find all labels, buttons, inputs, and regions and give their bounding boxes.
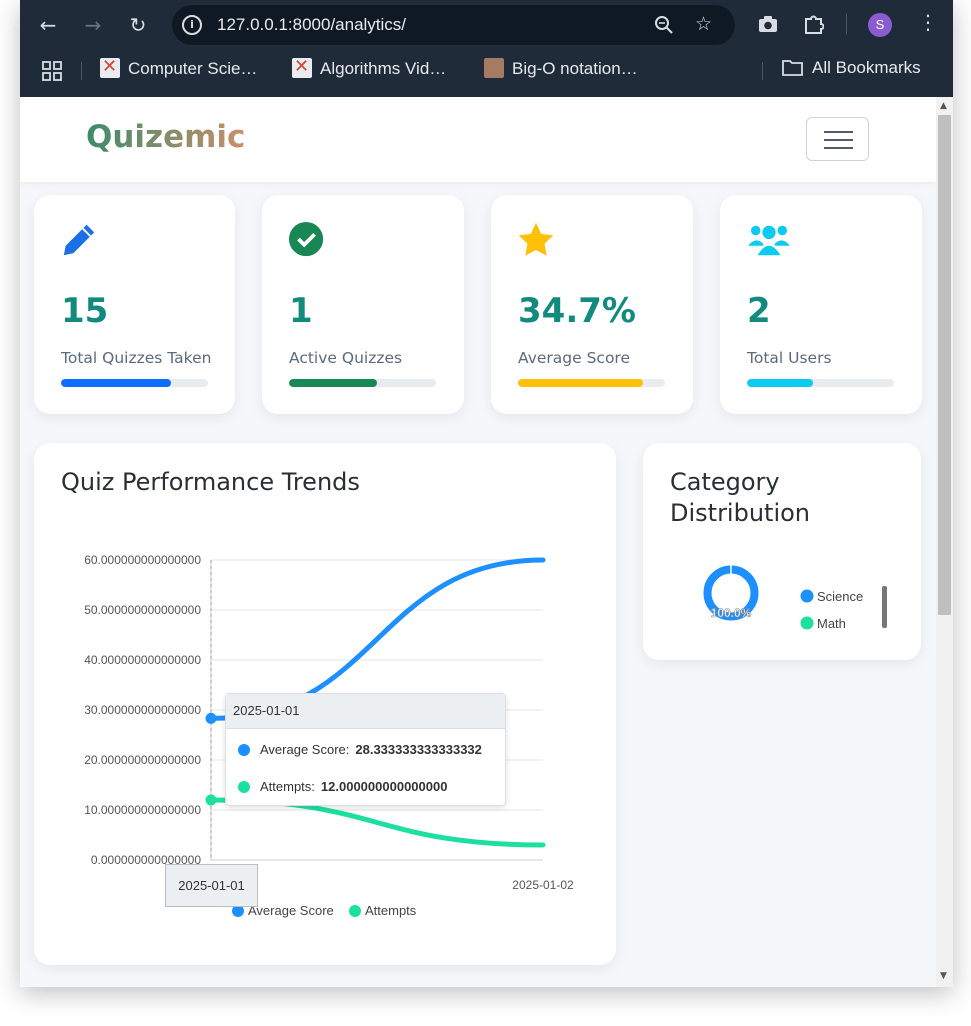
all-bookmarks-button[interactable]: All Bookmarks <box>782 58 921 78</box>
stat-label: Total Quizzes Taken <box>61 349 212 367</box>
stat-value: 15 <box>61 291 109 331</box>
hamburger-icon <box>824 131 853 133</box>
users-icon <box>748 225 790 256</box>
stat-value: 2 <box>747 291 771 331</box>
bookmark-star-icon[interactable]: ☆ <box>695 13 712 35</box>
broken-favicon-icon <box>292 56 312 78</box>
stat-card-score: 34.7% Average Score <box>491 195 693 414</box>
progress-fill <box>747 379 814 387</box>
progress-fill <box>518 379 643 387</box>
scroll-down-icon[interactable]: ▼ <box>940 971 947 981</box>
bookmarks-bar: Computer Scie… Algorithms Vid… Big-O not… <box>20 52 953 88</box>
brand-logo[interactable]: Quizemic <box>86 119 245 155</box>
stat-value: 34.7% <box>518 291 636 331</box>
back-icon[interactable]: ← <box>33 10 63 40</box>
extensions-icon[interactable] <box>803 13 824 34</box>
legend-label[interactable]: Average Score <box>248 903 334 918</box>
y-tick-label: 10.000000000000000 <box>84 803 201 817</box>
scroll-up-icon[interactable]: ▲ <box>940 101 947 111</box>
profile-avatar[interactable]: S <box>868 13 892 37</box>
page-content: Quizemic 15 Total Quizzes Taken 1 Active… <box>20 97 936 987</box>
tooltip-label: Attempts: <box>260 779 315 794</box>
broken-favicon-icon <box>100 56 120 78</box>
stat-card-quizzes: 15 Total Quizzes Taken <box>34 195 235 414</box>
progress-bar <box>518 379 665 387</box>
bookmark-computer-science[interactable]: Computer Scie… <box>100 56 257 79</box>
hamburger-icon-line <box>824 147 853 149</box>
legend-marker[interactable] <box>800 589 814 603</box>
tooltip-row-attempts: Attempts: 12.000000000000000 <box>238 779 447 794</box>
forward-icon[interactable]: → <box>78 10 108 40</box>
progress-bar <box>61 379 208 387</box>
legend-label[interactable]: Attempts <box>365 903 417 918</box>
y-tick-label: 20.000000000000000 <box>84 753 201 767</box>
bookmark-big-o[interactable]: Big-O notation… <box>484 58 638 79</box>
site-info-icon[interactable]: i <box>182 15 202 35</box>
folder-icon <box>782 60 803 76</box>
progress-fill <box>289 379 378 387</box>
legend-marker[interactable] <box>800 616 814 630</box>
tooltip-row-score: Average Score: 28.333333333333332 <box>238 742 482 757</box>
category-card: Category Distribution 100.0% Science Math <box>643 443 921 660</box>
tooltip-label: Average Score: <box>260 742 350 757</box>
stat-card-active: 1 Active Quizzes <box>262 195 464 414</box>
y-tick-label: 50.000000000000000 <box>84 603 201 617</box>
progress-bar <box>747 379 894 387</box>
chart-tooltip: 2025-01-01 Average Score: 28.333333333333… <box>225 693 506 806</box>
camera-icon[interactable] <box>758 15 778 33</box>
legend-label[interactable]: Math <box>817 616 846 631</box>
stat-label: Average Score <box>518 349 630 367</box>
data-point[interactable] <box>205 794 217 806</box>
legend-marker[interactable] <box>349 905 361 917</box>
y-tick-label: 40.000000000000000 <box>84 653 201 667</box>
stat-label: Active Quizzes <box>289 349 403 367</box>
navbar-toggle-button[interactable] <box>806 117 869 161</box>
progress-fill <box>61 379 172 387</box>
navbar: Quizemic <box>20 97 936 182</box>
stat-card-users: 2 Total Users <box>720 195 922 414</box>
page-scrollbar[interactable]: ▲ ▼ <box>936 97 953 987</box>
hamburger-icon-line <box>824 139 853 141</box>
bookmark-algorithms[interactable]: Algorithms Vid… <box>292 56 446 79</box>
url-text[interactable]: 127.0.0.1:8000/analytics/ <box>217 15 406 35</box>
tooltip-date: 2025-01-01 <box>226 694 505 729</box>
stat-label: Total Users <box>747 349 832 367</box>
pencil-icon <box>63 224 95 256</box>
legend-label[interactable]: Science <box>817 589 863 604</box>
scrollbar-thumb[interactable] <box>938 115 951 615</box>
face-favicon-icon <box>484 58 504 78</box>
browser-window: ← → ↻ i 127.0.0.1:8000/analytics/ ☆ S ⋮ <box>20 0 953 987</box>
menu-dots-icon[interactable]: ⋮ <box>918 10 938 34</box>
bookmark-divider <box>81 62 82 80</box>
series-dot <box>238 744 250 756</box>
x-tick-label: 2025-01-02 <box>512 878 574 892</box>
series-dot <box>238 781 250 793</box>
donut-percent-label: 100.0% <box>711 606 752 620</box>
category-donut-chart[interactable]: 100.0% Science Math <box>643 443 921 660</box>
zoom-icon[interactable] <box>654 15 674 35</box>
legend-scrollbar[interactable] <box>882 586 887 628</box>
progress-bar <box>289 379 436 387</box>
data-point[interactable] <box>205 712 217 724</box>
stat-value: 1 <box>289 291 313 331</box>
browser-chrome: ← → ↻ i 127.0.0.1:8000/analytics/ ☆ S ⋮ <box>20 0 953 97</box>
apps-grid-icon[interactable] <box>42 61 62 81</box>
tooltip-value: 28.333333333333332 <box>355 742 482 757</box>
check-circle-icon <box>288 221 324 257</box>
performance-card: Quiz Performance Trends 0.00000000000000… <box>34 443 616 965</box>
y-tick-label: 30.000000000000000 <box>84 703 201 717</box>
bookmark-divider <box>762 62 763 80</box>
address-bar[interactable]: i 127.0.0.1:8000/analytics/ ☆ <box>172 5 735 45</box>
star-icon <box>518 222 554 256</box>
reload-icon[interactable]: ↻ <box>123 10 153 40</box>
tooltip-value: 12.000000000000000 <box>320 779 448 794</box>
series-line <box>208 797 546 848</box>
toolbar-divider <box>846 14 847 34</box>
y-tick-label: 60.000000000000000 <box>84 553 201 567</box>
x-axis-tooltip: 2025-01-01 <box>165 864 258 907</box>
